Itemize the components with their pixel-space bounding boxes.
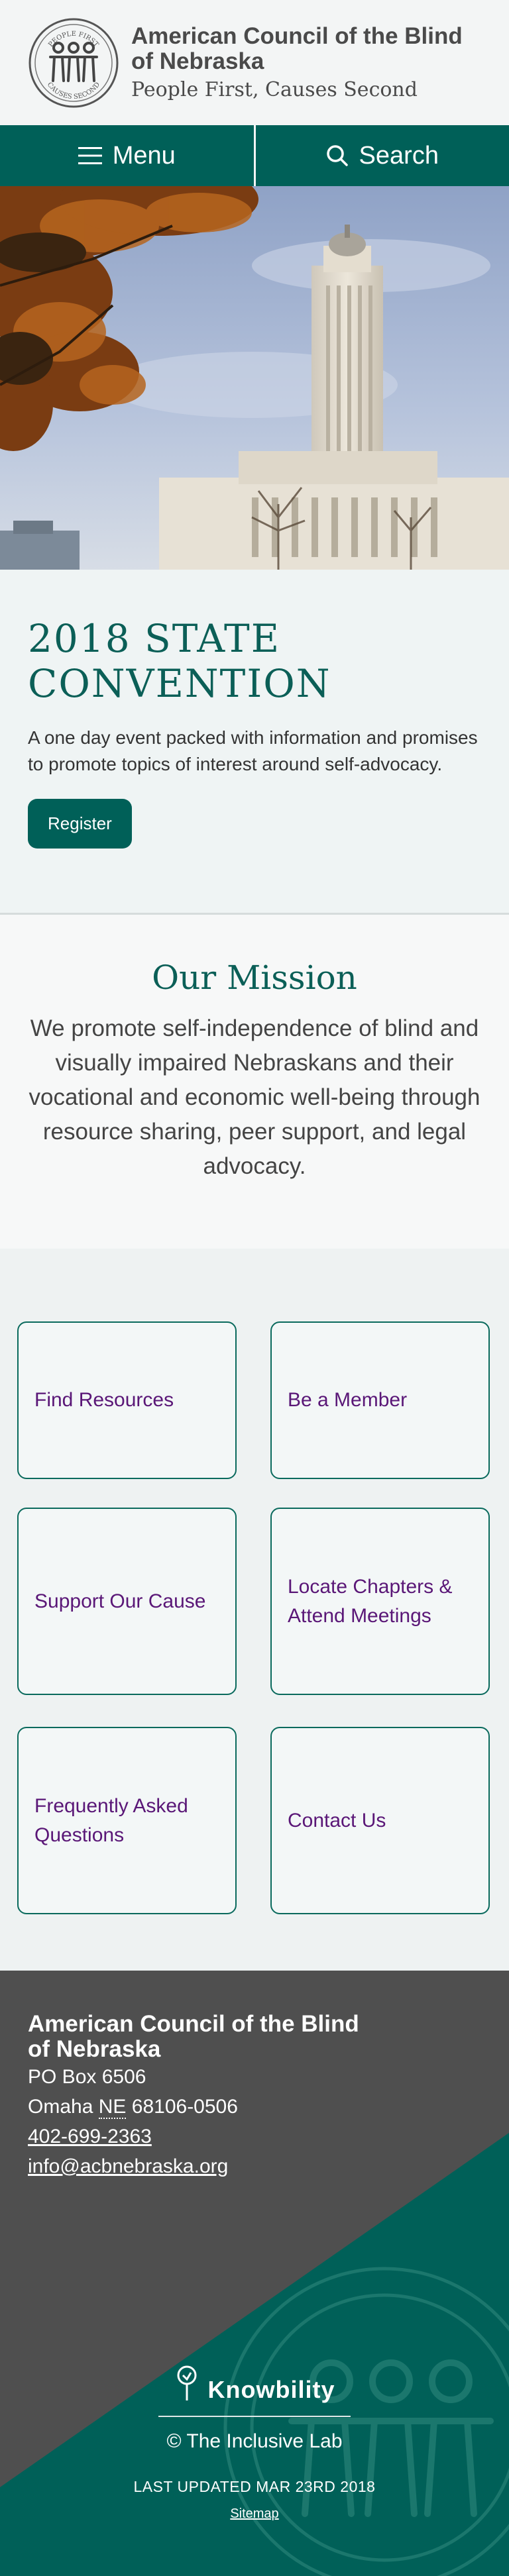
footer-city-line: Omaha NE 68106-0506 bbox=[28, 2092, 359, 2122]
convention-description: A one day event packed with information … bbox=[28, 727, 478, 774]
search-button[interactable]: Search bbox=[253, 125, 509, 186]
site-title[interactable]: American Council of the Blind of Nebrask… bbox=[131, 24, 463, 74]
footer-phone-link[interactable]: 402-699-2363 bbox=[28, 2126, 152, 2147]
menu-label: Menu bbox=[112, 141, 176, 170]
card-locate-chapters[interactable]: Locate Chapters & Attend Meetings bbox=[270, 1508, 490, 1695]
card-support-our-cause[interactable]: Support Our Cause bbox=[17, 1508, 237, 1695]
knowbility-logo[interactable]: Knowbility bbox=[0, 2365, 509, 2404]
footer-org-line1: American Council of the Blind bbox=[28, 2011, 359, 2037]
footer-copyright: © The Inclusive Lab bbox=[166, 2430, 343, 2452]
site-footer: American Council of the Blind of Nebrask… bbox=[0, 1971, 509, 2576]
card-contact-us[interactable]: Contact Us bbox=[270, 1727, 490, 1914]
footer-email-link[interactable]: info@acbnebraska.org bbox=[28, 2155, 228, 2177]
convention-section: 2018 STATE CONVENTION A one day event pa… bbox=[0, 570, 509, 915]
footer-credits: Knowbility © The Inclusive Lab LAST UPDA… bbox=[0, 2365, 509, 2522]
site-title-line2: of Nebraska bbox=[131, 48, 264, 74]
acb-logo-icon[interactable]: PEOPLE FIRST CAUSES SECOND bbox=[28, 17, 119, 109]
footer-state: NE bbox=[98, 2096, 127, 2119]
convention-heading: 2018 STATE CONVENTION bbox=[28, 616, 481, 706]
convention-heading-line2: CONVENTION bbox=[28, 661, 331, 706]
card-be-a-member[interactable]: Be a Member bbox=[270, 1321, 490, 1479]
quick-links-grid: Find Resources Be a Member Support Our C… bbox=[0, 1249, 509, 1971]
knowbility-icon bbox=[177, 2365, 197, 2400]
mission-section: Our Mission We promote self-independence… bbox=[0, 915, 509, 1249]
mission-heading: Our Mission bbox=[152, 958, 357, 997]
capitol-photo bbox=[0, 186, 509, 570]
card-find-resources[interactable]: Find Resources bbox=[17, 1321, 237, 1479]
footer-divider bbox=[158, 2416, 351, 2417]
sitemap-link[interactable]: Sitemap bbox=[230, 2506, 278, 2522]
main-nav: Menu Search bbox=[0, 125, 509, 186]
register-button[interactable]: Register bbox=[28, 799, 132, 849]
footer-org-line2: of Nebraska bbox=[28, 2036, 161, 2062]
footer-contact: American Council of the Blind of Nebrask… bbox=[28, 2012, 359, 2181]
hero-image bbox=[0, 186, 509, 570]
footer-zip: 68106-0506 bbox=[131, 2096, 238, 2118]
site-header: PEOPLE FIRST CAUSES SECOND American Coun… bbox=[0, 0, 509, 125]
hamburger-icon bbox=[78, 147, 102, 164]
footer-po-box: PO Box 6506 bbox=[28, 2066, 146, 2088]
search-icon bbox=[326, 145, 348, 166]
menu-button[interactable]: Menu bbox=[0, 125, 254, 186]
footer-city: Omaha bbox=[28, 2096, 93, 2118]
footer-org-name: American Council of the Blind of Nebrask… bbox=[28, 2012, 359, 2062]
last-updated: LAST UPDATED MAR 23RD 2018 bbox=[133, 2478, 376, 2495]
site-tagline: People First, Causes Second bbox=[131, 78, 418, 101]
card-faq[interactable]: Frequently Asked Questions bbox=[17, 1727, 237, 1914]
knowbility-name: Knowbility bbox=[207, 2376, 335, 2403]
search-label: Search bbox=[359, 141, 439, 170]
convention-heading-line1: 2018 STATE bbox=[28, 616, 281, 661]
site-title-line1: American Council of the Blind bbox=[131, 23, 463, 49]
mission-text: We promote self-independence of blind an… bbox=[28, 1015, 481, 1179]
